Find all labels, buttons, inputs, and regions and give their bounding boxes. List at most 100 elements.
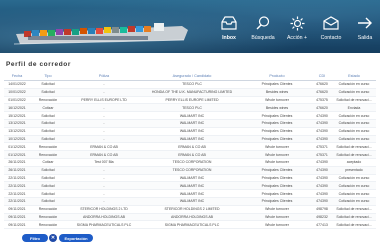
table-cell: Solicitud de renovaci... bbox=[336, 214, 372, 219]
table-cell: Cotización en curso bbox=[338, 90, 370, 95]
table-cell: Solicitud bbox=[41, 129, 55, 134]
table-cell: Solicitud de renovaci... bbox=[336, 152, 372, 157]
clear-filter-button[interactable]: ✕ bbox=[49, 234, 57, 242]
table-cell: 475371 bbox=[316, 152, 328, 157]
table-cell: 22/11/2021 bbox=[8, 191, 26, 196]
table-cell: 475371 bbox=[316, 144, 328, 149]
table-row[interactable]: 13/12/2021 Solicitud - WALMART INC Principal… bbox=[4, 128, 376, 136]
col-header-asegurado[interactable]: Asegurado / Candidato bbox=[142, 74, 242, 78]
col-header-estado[interactable]: Estado bbox=[332, 74, 376, 78]
table-row[interactable]: 22/11/2021 Solicitud - WALMART INC Principal… bbox=[4, 182, 376, 191]
table-cell: Whole turnover bbox=[265, 97, 289, 102]
nav-contact-label: Contacto bbox=[320, 35, 342, 41]
table-cell: - bbox=[103, 105, 105, 110]
table-cell: Solicitud bbox=[41, 121, 55, 126]
table-cell: - bbox=[103, 199, 105, 204]
table-cell: 13/12/2021 bbox=[8, 121, 26, 126]
nav-search[interactable]: Búsqueda bbox=[248, 14, 278, 48]
table-cell: presentado bbox=[345, 168, 363, 173]
table-cell: 09/11/2021 bbox=[8, 207, 26, 212]
nav-action[interactable]: Acción + bbox=[282, 14, 312, 48]
col-header-poliza[interactable]: Póliza bbox=[66, 74, 142, 78]
table-cell: - bbox=[103, 121, 105, 126]
col-header-fecha[interactable]: Fecha bbox=[4, 74, 30, 78]
table-cell: ERMAN & CO AB bbox=[90, 144, 118, 149]
table-cell: 477413 bbox=[316, 222, 328, 227]
col-header-tipo[interactable]: Tipo bbox=[30, 74, 66, 78]
filter-button[interactable]: Filtro bbox=[22, 234, 48, 242]
table-cell: Cotización en curso bbox=[338, 129, 370, 134]
table-cell: - bbox=[103, 136, 105, 141]
table-cell: 474390 bbox=[316, 129, 328, 134]
table-row[interactable]: 13/12/2021 Solicitud - WALMART INC Principal… bbox=[4, 119, 376, 128]
table-cell: Enviada bbox=[347, 105, 361, 110]
table-row[interactable]: 01/12/2021 Renovación ERMAN & CO AB ERMAN &… bbox=[4, 143, 376, 152]
table-cell: Cotización en curso bbox=[338, 113, 370, 118]
table-row[interactable]: 22/11/2021 Solicitud - WALMART INC Principal… bbox=[4, 197, 376, 206]
table-cell: Solicitud bbox=[41, 175, 55, 180]
table-cell: 474390 bbox=[316, 136, 328, 141]
nav-contact[interactable]: Contacto bbox=[316, 14, 346, 48]
table-row[interactable]: 22/11/2021 Solicitud - WALMART INC Principal… bbox=[4, 175, 376, 183]
table-cell: Principales Clientes bbox=[261, 82, 293, 87]
table-cell: Principales Clientes bbox=[261, 191, 293, 196]
page-title: Perfil de corredor bbox=[6, 61, 71, 68]
col-header-producto[interactable]: Producto bbox=[242, 74, 312, 78]
table-row[interactable]: 01/12/2021 Renovación ERMAN & CO AB ERMAN &… bbox=[4, 151, 376, 159]
table-cell: Principales Clientes bbox=[261, 121, 293, 126]
table-cell: Renovación bbox=[38, 214, 58, 219]
table-cell: 16/12/2021 bbox=[8, 105, 26, 110]
table-cell: WALMART INC bbox=[179, 129, 205, 134]
top-navigation: Inbox Búsqueda Acción + Contacto Salida bbox=[210, 14, 380, 48]
table-cell: 10/01/2022 bbox=[8, 90, 26, 95]
table-cell: ANDORRA HOLDINGS AB bbox=[82, 214, 125, 219]
table-cell: Principales Clientes bbox=[261, 175, 293, 180]
table-cell: ERMAN & CO AB bbox=[90, 152, 118, 157]
table-row[interactable]: 22/11/2021 Solicitud - WALMART INC Principal… bbox=[4, 190, 376, 198]
table-cell: WALMART INC bbox=[179, 191, 205, 196]
table-cell: 476620 bbox=[316, 105, 328, 110]
table-cell: Solicitud bbox=[41, 136, 55, 141]
table-row[interactable]: 15/12/2021 Solicitud - WALMART INC Principal… bbox=[4, 112, 376, 120]
table-cell: 476620 bbox=[316, 82, 328, 87]
table-cell: Whole turnover bbox=[265, 152, 289, 157]
table-row[interactable]: 26/11/2021 Cotizar Test 007 Bla TESCO CORPO… bbox=[4, 159, 376, 167]
nav-logout-label: Salida bbox=[357, 35, 373, 41]
table-cell: WALMART INC bbox=[179, 183, 205, 188]
table-cell: Cotización en curso bbox=[338, 183, 370, 188]
nav-inbox[interactable]: Inbox bbox=[214, 14, 244, 48]
table-cell: 474390 bbox=[316, 191, 328, 196]
table-cell: - bbox=[103, 175, 105, 180]
inbox-icon bbox=[221, 14, 237, 32]
table-cell: Cotización en curso bbox=[338, 136, 370, 141]
nav-logout[interactable]: Salida bbox=[350, 14, 380, 48]
table-row[interactable]: 09/11/2021 Renovación STERICOR HOLDINGS 2 … bbox=[4, 206, 376, 214]
table-cell: 14/01/2022 bbox=[8, 82, 26, 87]
table-cell: WALMART INC bbox=[179, 121, 205, 126]
table-cell: Principales Clientes bbox=[261, 129, 293, 134]
table-cell: 09/11/2021 bbox=[8, 214, 26, 219]
requests-table: Fecha Tipo Póliza Asegurado / Candidato … bbox=[4, 71, 376, 230]
table-row[interactable]: 26/11/2021 Solicitud - TESCO CORPORATION Pri… bbox=[4, 166, 376, 175]
table-cell: 474390 bbox=[316, 121, 328, 126]
table-row[interactable]: 10/12/2021 Solicitud - WALMART INC Principal… bbox=[4, 135, 376, 144]
footer-toolbar: Filtro ✕ Exportación bbox=[0, 231, 380, 246]
table-cell: 01/12/2021 bbox=[8, 152, 26, 157]
table-cell: Renovación bbox=[38, 152, 58, 157]
table-cell: PERRY ELLIS EUROPE LTD bbox=[81, 97, 127, 102]
table-row[interactable]: 09/11/2021 Renovación ANDORRA HOLDINGS AB A… bbox=[4, 213, 376, 222]
export-button[interactable]: Exportación bbox=[59, 234, 93, 242]
table-cell: Besides wines bbox=[265, 90, 289, 95]
table-cell: 01/12/2021 bbox=[8, 144, 26, 149]
table-row[interactable]: 10/01/2022 Solicitud - HONDA OF THE U.K. MA… bbox=[4, 88, 376, 97]
table-row[interactable]: 09/11/2021 Renovación SIGMA PHARMACEUTICAL… bbox=[4, 221, 376, 230]
col-header-cdi[interactable]: CDI bbox=[312, 74, 332, 78]
table-cell: 474390 bbox=[316, 113, 328, 118]
table-row[interactable]: 16/12/2021 Cotizar - TESCO PLC Besides wines… bbox=[4, 104, 376, 113]
table-row[interactable]: 01/01/2022 Renovación PERRY ELLIS EUROPE L… bbox=[4, 97, 376, 105]
table-cell: 476620 bbox=[316, 90, 328, 95]
table-cell: Whole turnover bbox=[265, 144, 289, 149]
table-row[interactable]: 14/01/2022 Solicitud - TESCO PLC Principales… bbox=[4, 81, 376, 89]
table-cell: 10/12/2021 bbox=[8, 136, 26, 141]
table-cell: 474390 bbox=[316, 168, 328, 173]
